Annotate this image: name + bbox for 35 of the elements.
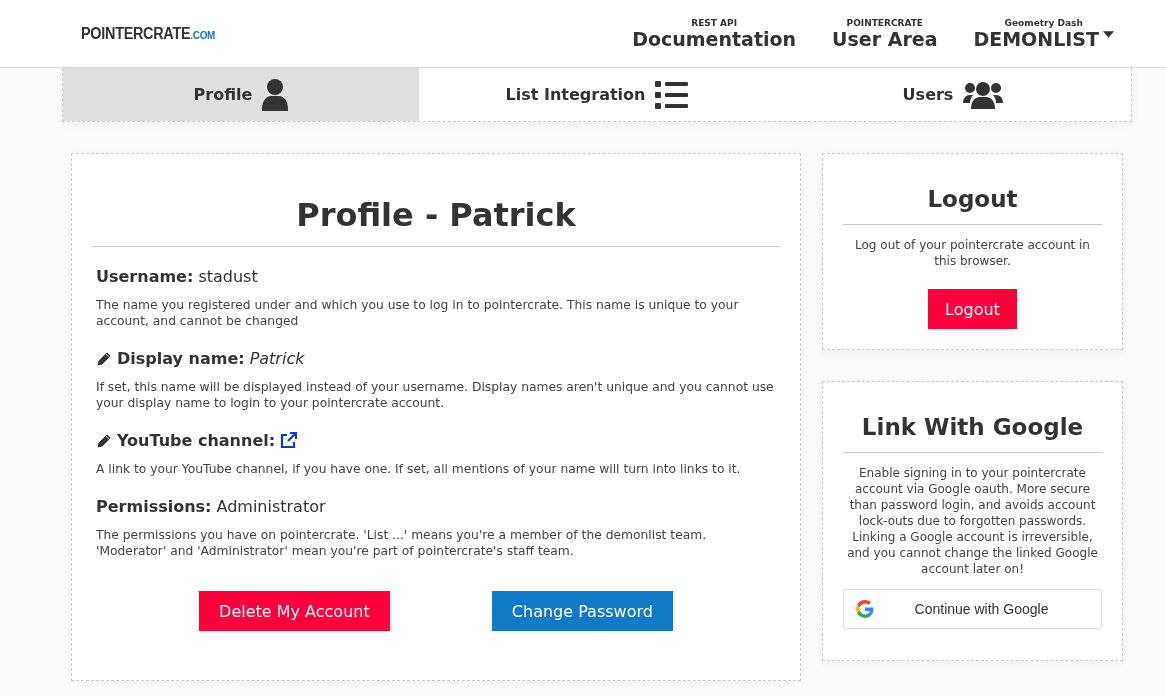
field-value: Administrator	[216, 497, 326, 516]
user-icon	[262, 78, 289, 111]
users-icon	[963, 80, 1004, 109]
action-button[interactable]: Delete My Account	[199, 591, 390, 631]
logout-button[interactable]: Logout	[928, 289, 1017, 329]
field-label: Display name:	[117, 349, 245, 368]
field-value: stadust	[198, 267, 258, 286]
field-label: Permissions:	[96, 497, 212, 516]
list-icon	[655, 80, 689, 109]
tab[interactable]: List Integration	[419, 68, 775, 121]
panel-title: Profile - Patrick	[295, 196, 577, 234]
action-button[interactable]: Change Password	[491, 591, 673, 631]
tab[interactable]: Profile	[63, 68, 419, 121]
field-description: If set, this name will be displayed instead of your username. Display names aren't unique and you cannot use your display name to login to your pointercrate account.	[96, 379, 775, 411]
external-link-icon[interactable]	[280, 432, 298, 449]
panel-title: Logout	[926, 186, 1019, 212]
nav-link[interactable]: REST API Documentation	[632, 17, 797, 50]
field-value: Patrick	[249, 349, 305, 368]
site-logo[interactable]: POINTERCRATE.COM	[81, 24, 216, 43]
nav-link[interactable]: POINTERCRATE User Area	[832, 17, 938, 50]
tab[interactable]: Users	[775, 68, 1131, 121]
field-description: The permissions you have on pointercrate. 'List ...' means you're a member of the demonlist team. 'Moderator' and 'Administrator' mean you're part of pointercrate's staff team.	[96, 527, 708, 559]
caret-icon	[1103, 30, 1114, 38]
pencil-icon[interactable]	[96, 432, 112, 449]
field-label: Username:	[96, 267, 194, 286]
pencil-icon[interactable]	[96, 350, 112, 367]
field-description: A link to your YouTube channel, if you have one. If set, all mentions of your name will turn into links to it.	[96, 461, 742, 477]
nav-link[interactable]: Geometry Dash DEMONLIST	[973, 17, 1114, 50]
google-button[interactable]: Continue with Google	[843, 589, 1102, 629]
panel-title: Link With Google	[860, 414, 1085, 440]
field-label: YouTube channel:	[117, 431, 276, 450]
field-description: The name you registered under and which you use to log in to pointercrate. This name is unique to your account, and cannot be changed	[96, 297, 740, 329]
panel-text: Enable signing in to your pointercrate account via Google oauth. More secure than password login, and avoids account lock-outs due to forgotten passwords. Linking a Google account is irreversible, and you cannot change the linked Google account later on!	[846, 465, 1099, 577]
google-icon	[856, 600, 874, 618]
panel-text: Log out of your pointercrate account in this browser.	[854, 237, 1091, 269]
